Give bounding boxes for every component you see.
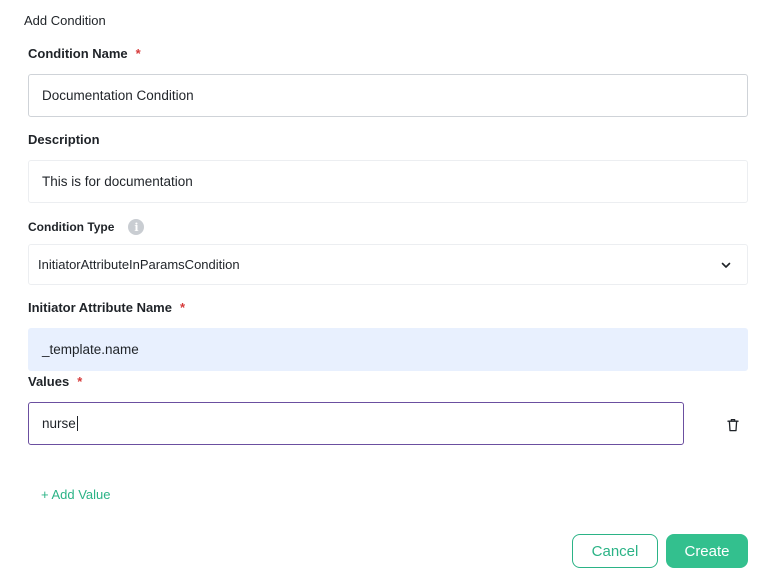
description-value: This is for documentation [42, 174, 193, 189]
value-input-text: nurse [42, 416, 76, 431]
condition-name-label-text: Condition Name [28, 46, 128, 61]
description-label: Description [28, 132, 100, 147]
condition-type-label-text: Condition Type [28, 220, 115, 234]
values-label-text: Values [28, 374, 70, 389]
initiator-attribute-value: _template.name [42, 342, 139, 357]
required-mark: * [135, 46, 141, 61]
create-button[interactable]: Create [666, 534, 748, 568]
required-mark: * [77, 374, 83, 389]
initiator-attribute-input[interactable]: _template.name [28, 328, 748, 371]
condition-type-label: Condition Type i [28, 219, 145, 235]
cancel-button[interactable]: Cancel [572, 534, 658, 568]
description-label-text: Description [28, 132, 100, 147]
condition-name-value: Documentation Condition [42, 88, 194, 103]
trash-icon[interactable] [727, 418, 739, 432]
text-caret [76, 416, 78, 431]
condition-type-select[interactable]: InitiatorAttributeInParamsCondition [28, 244, 748, 285]
initiator-attribute-label-text: Initiator Attribute Name [28, 300, 172, 315]
description-input[interactable]: This is for documentation [28, 160, 748, 203]
condition-name-input[interactable]: Documentation Condition [28, 74, 748, 117]
info-icon[interactable]: i [128, 219, 145, 235]
condition-name-label: Condition Name * [28, 46, 141, 61]
values-label: Values * [28, 374, 82, 389]
dialog-title: Add Condition [24, 13, 106, 28]
condition-type-value: InitiatorAttributeInParamsCondition [38, 257, 240, 272]
initiator-attribute-label: Initiator Attribute Name * [28, 300, 185, 315]
chevron-down-icon [721, 262, 731, 268]
value-input[interactable]: nurse [28, 402, 684, 445]
required-mark: * [179, 300, 186, 315]
add-value-button[interactable]: + Add Value [41, 487, 111, 502]
